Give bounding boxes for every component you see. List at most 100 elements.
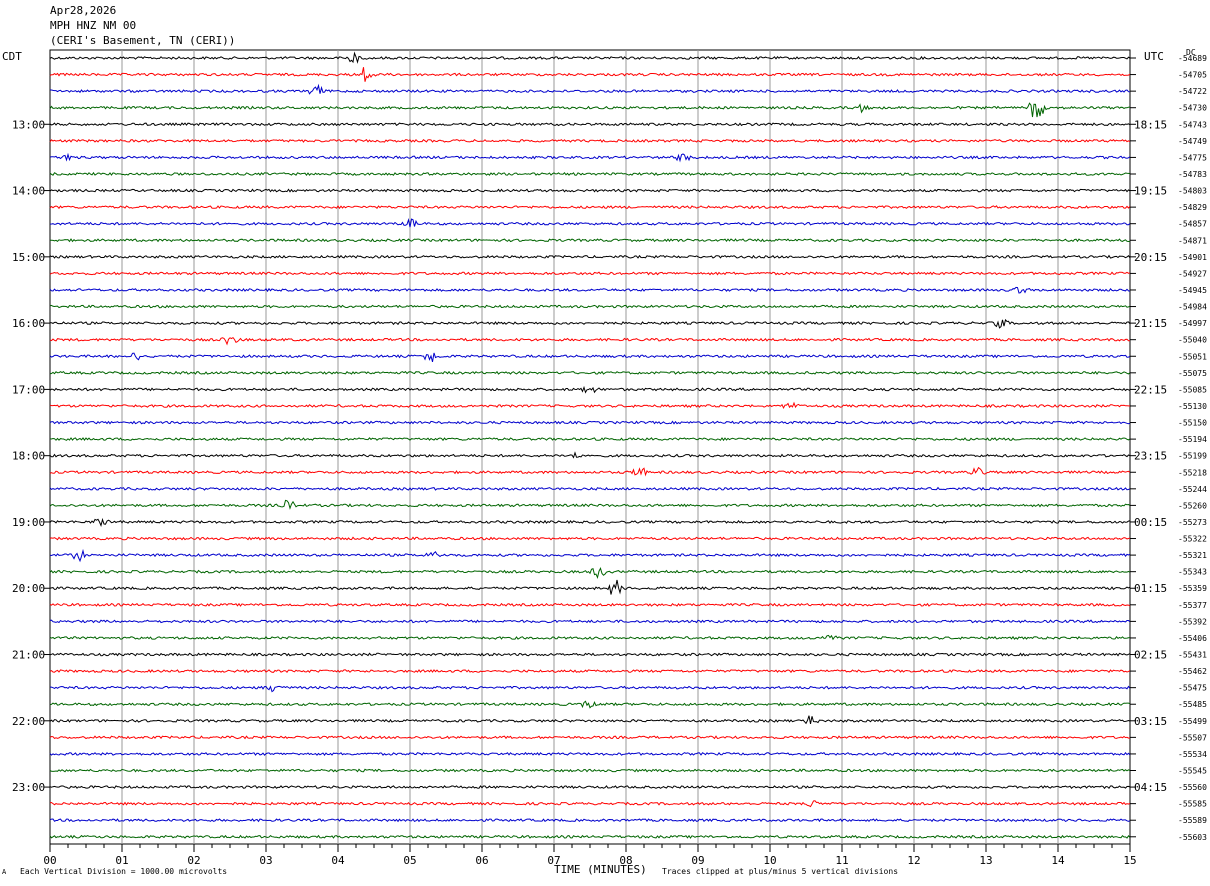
x-tick-label: 03	[259, 854, 272, 867]
left-hour-label: 14:00	[12, 185, 45, 198]
right-hour-label: 23:15	[1134, 450, 1167, 463]
dc-offset-label: -55359	[1178, 584, 1207, 593]
trace-line	[49, 466, 1131, 477]
trace-line	[49, 634, 1131, 641]
trace-line	[49, 254, 1131, 259]
dc-offset-label: -54722	[1178, 87, 1207, 96]
trace-line	[49, 768, 1131, 773]
trace-line	[49, 437, 1131, 442]
left-hour-label: 22:00	[12, 715, 45, 728]
minute-gridlines	[121, 50, 1059, 844]
dc-offset-label: -55040	[1178, 336, 1207, 345]
x-tick-label: 10	[763, 854, 776, 867]
trace-line	[49, 205, 1131, 210]
dc-offset-label: -55150	[1178, 419, 1207, 428]
trace-line	[49, 385, 1131, 394]
dc-offset-label: -54901	[1178, 253, 1207, 262]
x-axis-title: TIME (MINUTES)	[554, 863, 647, 876]
trace-group	[49, 51, 1131, 839]
dc-offset-label: -54945	[1178, 286, 1207, 295]
trace-line	[49, 751, 1131, 757]
x-tick-label: 05	[403, 854, 416, 867]
trace-line	[49, 67, 1131, 82]
trace-line	[49, 271, 1131, 276]
dc-offset-label: -55343	[1178, 568, 1207, 577]
dc-offset-label: -55321	[1178, 551, 1207, 560]
trace-line	[49, 370, 1131, 375]
dc-offset-label: -54730	[1178, 104, 1207, 113]
x-tick-label: 04	[331, 854, 345, 867]
trace-line	[49, 619, 1131, 624]
right-hour-label: 02:15	[1134, 649, 1167, 662]
dc-offset-label: -54689	[1178, 54, 1207, 63]
dc-offset-label: -54783	[1178, 170, 1207, 179]
dc-offset-label: -55507	[1178, 733, 1207, 742]
dc-offset-label: -54749	[1178, 137, 1207, 146]
dc-offset-label: -54829	[1178, 203, 1207, 212]
dc-offset-label: -55560	[1178, 783, 1207, 792]
dc-offset-label: -55244	[1178, 485, 1207, 494]
trace-line	[49, 735, 1131, 740]
dc-offset-label: -55218	[1178, 468, 1207, 477]
plot-frame	[49, 49, 1131, 845]
trace-line	[49, 401, 1131, 410]
trace-line	[50, 318, 1131, 329]
dc-offset-label: -55260	[1178, 501, 1207, 510]
trace-line	[49, 286, 1131, 294]
trace-line	[49, 785, 1131, 790]
dc-offset-label: -54984	[1178, 303, 1207, 312]
dc-offset-label: -54997	[1178, 319, 1207, 328]
trace-line	[50, 685, 1131, 693]
trace-line	[49, 486, 1131, 491]
trace-line	[49, 217, 1131, 228]
trace-line	[49, 152, 1131, 163]
dc-offset-label: -55406	[1178, 634, 1207, 643]
trace-line	[49, 499, 1131, 510]
x-tick-label: 06	[475, 854, 488, 867]
left-hour-label: 18:00	[12, 450, 45, 463]
left-hour-label: 16:00	[12, 317, 45, 330]
trace-line	[49, 715, 1131, 725]
trace-line	[49, 536, 1131, 541]
dc-offset-label: -55499	[1178, 717, 1207, 726]
dc-offset-label: -55534	[1178, 750, 1207, 759]
x-tick-label: 11	[835, 854, 848, 867]
dc-offset-label: -55322	[1178, 535, 1207, 544]
scale-note: Each Vertical Division = 1000.00 microvo…	[20, 867, 228, 876]
dc-offset-label: -55377	[1178, 601, 1207, 610]
trace-line	[49, 304, 1131, 309]
x-tick-label: 01	[115, 854, 128, 867]
trace-line	[49, 420, 1131, 425]
trace-line	[49, 122, 1131, 127]
dc-offset-label: -55085	[1178, 385, 1207, 394]
trace-line	[50, 83, 1131, 95]
corner-mark: A	[2, 868, 7, 876]
dc-offset-label: -55475	[1178, 684, 1207, 693]
left-hour-label: 15:00	[12, 251, 45, 264]
right-hour-label: 19:15	[1134, 185, 1167, 198]
dc-offset-label: -55075	[1178, 369, 1207, 378]
trace-line	[49, 238, 1131, 243]
x-tick-label: 13	[979, 854, 992, 867]
right-hour-label: 03:15	[1134, 715, 1167, 728]
x-tick-label: 12	[907, 854, 920, 867]
left-hour-labels: 13:00 14:00 15:00 16:00 17:00 18:00 19:00 20:00…	[12, 118, 50, 794]
x-tick-label: 00	[43, 854, 56, 867]
trace-line	[49, 517, 1131, 528]
left-hour-label: 17:00	[12, 383, 45, 396]
trace-line	[49, 602, 1131, 607]
dc-offset-label: -54871	[1178, 236, 1207, 245]
dc-offset-label: -55273	[1178, 518, 1207, 527]
dc-offset-label: -55194	[1178, 435, 1207, 444]
trace-line	[49, 818, 1131, 823]
dc-offset-label: -55545	[1178, 767, 1207, 776]
dc-offset-label: -55585	[1178, 800, 1207, 809]
trace-line	[49, 188, 1131, 193]
x-tick-label: 14	[1051, 854, 1065, 867]
trace-line	[49, 800, 1131, 808]
dc-offset-label: -54803	[1178, 187, 1207, 196]
trace-line	[49, 834, 1131, 839]
trace-line	[49, 700, 1131, 709]
right-hour-label: 04:15	[1134, 781, 1167, 794]
right-hour-labels: 18:15 19:15 20:15 21:15 22:15 23:15 00:15 01:15…	[1134, 118, 1167, 794]
